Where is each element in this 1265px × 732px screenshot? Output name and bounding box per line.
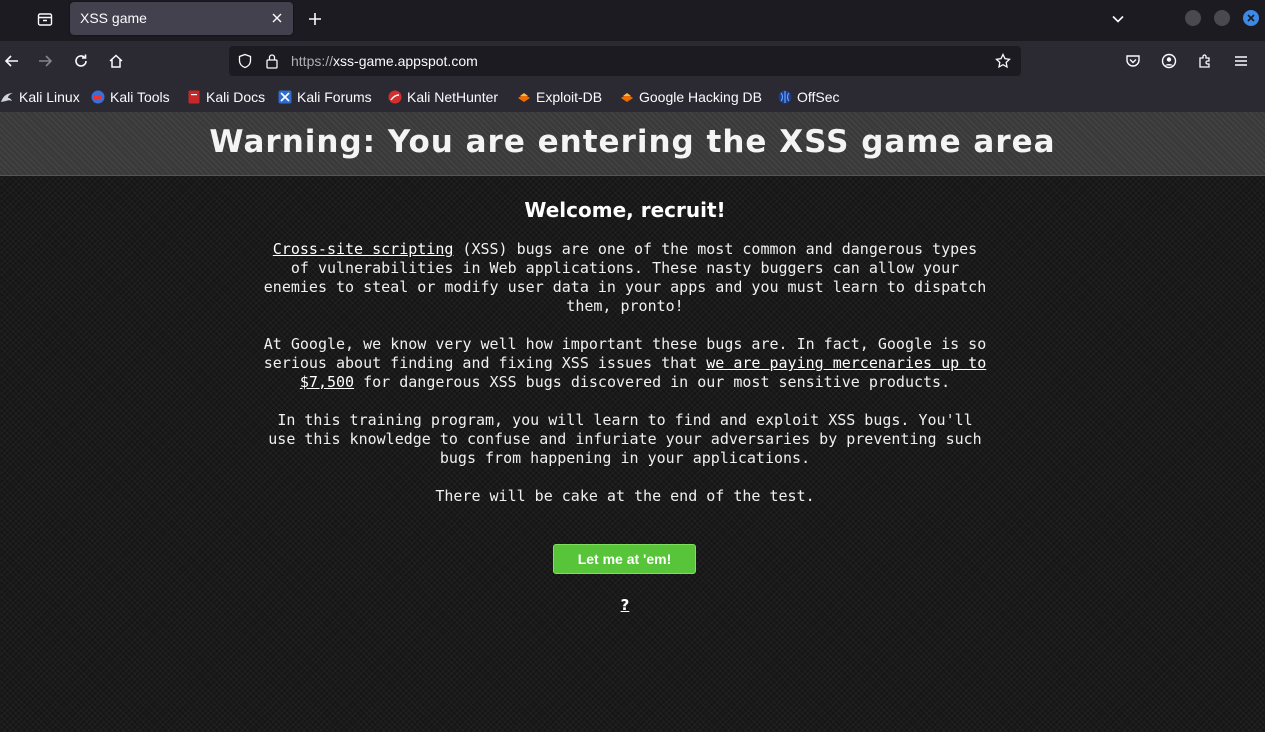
maximize-button[interactable] bbox=[1214, 10, 1230, 26]
forward-button[interactable] bbox=[33, 49, 57, 73]
list-all-tabs-button[interactable] bbox=[1106, 7, 1130, 31]
extensions-button[interactable] bbox=[1193, 49, 1217, 73]
url-text[interactable]: https://xss-game.appspot.com bbox=[291, 53, 478, 69]
kali-tools-icon bbox=[91, 90, 105, 104]
kali-nethunter-icon bbox=[388, 90, 402, 104]
bookmark-kali-nethunter[interactable]: Kali NetHunter bbox=[388, 88, 498, 106]
chevron-down-icon bbox=[1111, 12, 1125, 26]
lock-icon[interactable] bbox=[265, 53, 279, 69]
url-bar[interactable]: https://xss-game.appspot.com bbox=[229, 46, 1021, 76]
bookmark-exploit-db[interactable]: Exploit-DB bbox=[517, 88, 602, 106]
close-icon bbox=[1246, 13, 1256, 23]
home-icon bbox=[108, 53, 124, 69]
window-close-button[interactable] bbox=[1243, 10, 1259, 26]
welcome-heading: Welcome, recruit! bbox=[524, 198, 726, 222]
bookmark-kali-docs[interactable]: Kali Docs bbox=[187, 88, 265, 106]
let-me-at-em-button[interactable]: Let me at 'em! bbox=[553, 544, 696, 574]
bookmark-offsec[interactable]: OffSec bbox=[778, 88, 840, 106]
minimize-button[interactable] bbox=[1185, 10, 1201, 26]
bookmark-google-hacking-db[interactable]: Google Hacking DB bbox=[620, 88, 762, 106]
tab-title: XSS game bbox=[80, 10, 147, 26]
bookmark-kali-forums[interactable]: Kali Forums bbox=[278, 88, 372, 106]
home-button[interactable] bbox=[104, 49, 128, 73]
plus-icon bbox=[308, 12, 322, 26]
hamburger-icon bbox=[1233, 53, 1249, 69]
exploit-db-icon bbox=[517, 90, 531, 104]
url-scheme: https:// bbox=[291, 53, 334, 69]
paragraph-text: for dangerous XSS bugs discovered in our… bbox=[354, 373, 951, 391]
bookmark-label: Kali Linux bbox=[19, 89, 80, 105]
bookmark-label: Kali Tools bbox=[110, 89, 170, 105]
account-icon bbox=[1161, 53, 1177, 69]
paragraph-xss-intro: Cross-site scripting (XSS) bugs are one … bbox=[263, 240, 987, 316]
intro-text: Cross-site scripting (XSS) bugs are one … bbox=[263, 240, 987, 525]
kali-forums-icon bbox=[278, 90, 292, 104]
bookmarks-toolbar: Kali Linux Kali Tools Kali Docs Kali For… bbox=[0, 81, 1265, 113]
paragraph-google-bounty: At Google, we know very well how importa… bbox=[263, 335, 987, 392]
puzzle-icon bbox=[1197, 53, 1213, 69]
paragraph-training: In this training program, you will learn… bbox=[268, 411, 982, 467]
close-icon[interactable] bbox=[269, 10, 285, 26]
shield-icon[interactable] bbox=[237, 53, 253, 69]
bookmark-kali-tools[interactable]: Kali Tools bbox=[91, 88, 170, 106]
reload-button[interactable] bbox=[69, 49, 93, 73]
account-button[interactable] bbox=[1157, 49, 1181, 73]
banner-title: Warning: You are entering the XSS game a… bbox=[209, 124, 1056, 160]
kali-dragon-icon bbox=[0, 90, 14, 104]
navigation-toolbar: https://xss-game.appspot.com bbox=[0, 41, 1265, 81]
kali-docs-icon bbox=[187, 90, 201, 104]
help-link[interactable]: ? bbox=[615, 596, 635, 614]
bookmark-label: Google Hacking DB bbox=[639, 89, 762, 105]
bookmark-label: OffSec bbox=[797, 89, 840, 105]
back-button[interactable] bbox=[0, 49, 24, 73]
bookmark-label: Kali Docs bbox=[206, 89, 266, 105]
tab-xss-game[interactable]: XSS game bbox=[70, 2, 293, 35]
bookmark-label: Kali Forums bbox=[297, 89, 372, 105]
reload-icon bbox=[73, 53, 89, 69]
arrow-right-icon bbox=[37, 53, 53, 69]
new-tab-button[interactable] bbox=[303, 7, 327, 31]
star-icon[interactable] bbox=[995, 53, 1011, 69]
menu-button[interactable] bbox=[1229, 49, 1253, 73]
bookmark-label: Kali NetHunter bbox=[407, 89, 499, 105]
cross-site-scripting-link[interactable]: Cross-site scripting bbox=[273, 240, 454, 258]
tab-list-button[interactable] bbox=[32, 6, 58, 32]
url-host: xss-game.appspot.com bbox=[333, 53, 478, 69]
bookmark-kali-linux[interactable]: Kali Linux bbox=[0, 88, 80, 106]
tab-strip: XSS game bbox=[0, 0, 1265, 41]
pocket-icon bbox=[1125, 53, 1141, 69]
offsec-icon bbox=[778, 90, 792, 104]
paragraph-cake: There will be cake at the end of the tes… bbox=[435, 487, 815, 505]
arrow-left-icon bbox=[4, 53, 20, 69]
web-page: Warning: You are entering the XSS game a… bbox=[0, 112, 1265, 732]
bookmark-label: Exploit-DB bbox=[536, 89, 603, 105]
tab-list-icon bbox=[37, 11, 53, 27]
warning-banner: Warning: You are entering the XSS game a… bbox=[0, 112, 1265, 176]
ghdb-icon bbox=[620, 90, 634, 104]
pocket-button[interactable] bbox=[1121, 49, 1145, 73]
